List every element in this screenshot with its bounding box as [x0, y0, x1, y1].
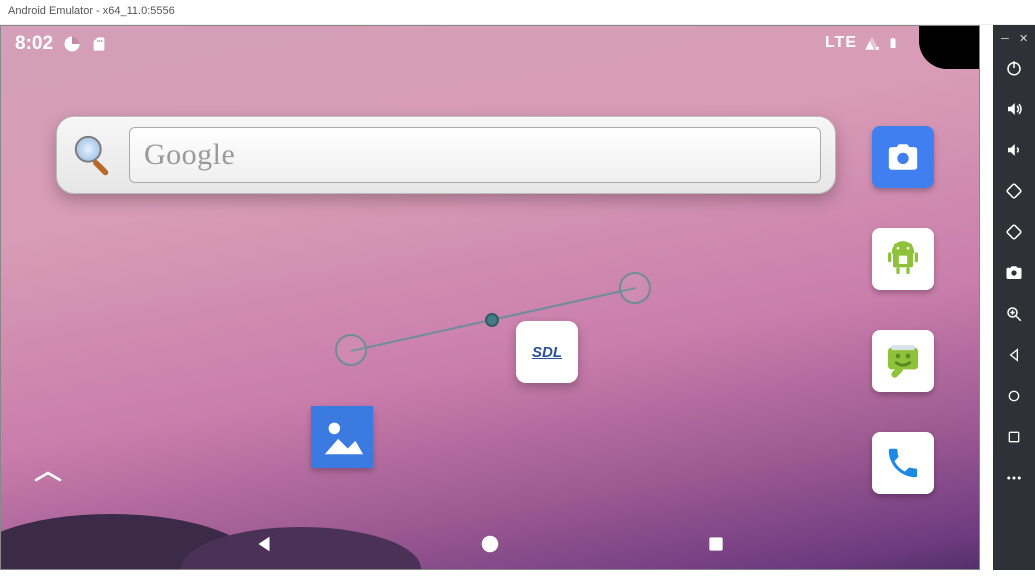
pivot-point-icon: [485, 313, 499, 327]
touch-point-icon: [335, 334, 367, 366]
toolbar-screenshot-button[interactable]: [993, 252, 1035, 293]
toolbar-window-controls: ─ ✕: [993, 31, 1035, 47]
navigation-bar: [1, 519, 979, 569]
app-phone[interactable]: [872, 432, 934, 494]
status-bar[interactable]: 8:02 LTE: [1, 26, 979, 62]
window-title-label: Android Emulator - x64_11.0:5556: [8, 5, 175, 17]
nav-home-button[interactable]: [477, 531, 503, 557]
nav-overview-button[interactable]: [703, 531, 729, 557]
battery-icon: [887, 34, 899, 52]
close-icon[interactable]: ✕: [1019, 34, 1029, 44]
toolbar-power-button[interactable]: [993, 47, 1035, 88]
pinch-gesture-overlay: [331, 266, 661, 386]
toolbar-volume-down-button[interactable]: [993, 129, 1035, 170]
toolbar-rotate-right-button[interactable]: [993, 211, 1035, 252]
do-not-disturb-icon: [63, 35, 81, 53]
gallery-icon: [319, 414, 365, 460]
search-icon: [71, 132, 117, 178]
home-dock: [872, 126, 934, 494]
toolbar-volume-up-button[interactable]: [993, 88, 1035, 129]
app-messages[interactable]: [872, 330, 934, 392]
emulator-toolbar: ─ ✕: [993, 25, 1035, 570]
network-label: LTE: [825, 34, 857, 52]
google-search-widget[interactable]: Google: [56, 116, 836, 194]
sdl-label: SDL: [532, 344, 562, 361]
app-android-robot[interactable]: [872, 228, 934, 290]
toolbar-more-button[interactable]: [993, 457, 1035, 498]
messages-icon: [883, 341, 923, 381]
search-placeholder: Google: [144, 138, 235, 172]
camera-icon: [886, 140, 920, 174]
android-screen[interactable]: 8:02 LTE Google: [0, 25, 980, 570]
signal-icon: [863, 35, 881, 51]
search-input[interactable]: Google: [129, 127, 821, 183]
nav-back-button[interactable]: [251, 531, 277, 557]
touch-point-icon: [619, 272, 651, 304]
sd-card-icon: [91, 35, 107, 53]
toolbar-rotate-left-button[interactable]: [993, 170, 1035, 211]
status-clock: 8:02: [15, 33, 53, 55]
toolbar-home-button[interactable]: [993, 375, 1035, 416]
app-gallery[interactable]: [311, 406, 373, 468]
phone-icon: [884, 444, 922, 482]
app-sdl[interactable]: SDL: [516, 321, 578, 383]
toolbar-overview-button[interactable]: [993, 416, 1035, 457]
minimize-icon[interactable]: ─: [1001, 34, 1011, 44]
toolbar-back-button[interactable]: [993, 334, 1035, 375]
android-icon: [883, 239, 923, 279]
gesture-line: [331, 266, 661, 386]
app-camera[interactable]: [872, 126, 934, 188]
app-drawer-hint-icon[interactable]: [34, 470, 62, 484]
gutter: [980, 25, 993, 570]
window-title: Android Emulator - x64_11.0:5556: [0, 0, 1035, 25]
toolbar-zoom-button[interactable]: [993, 293, 1035, 334]
